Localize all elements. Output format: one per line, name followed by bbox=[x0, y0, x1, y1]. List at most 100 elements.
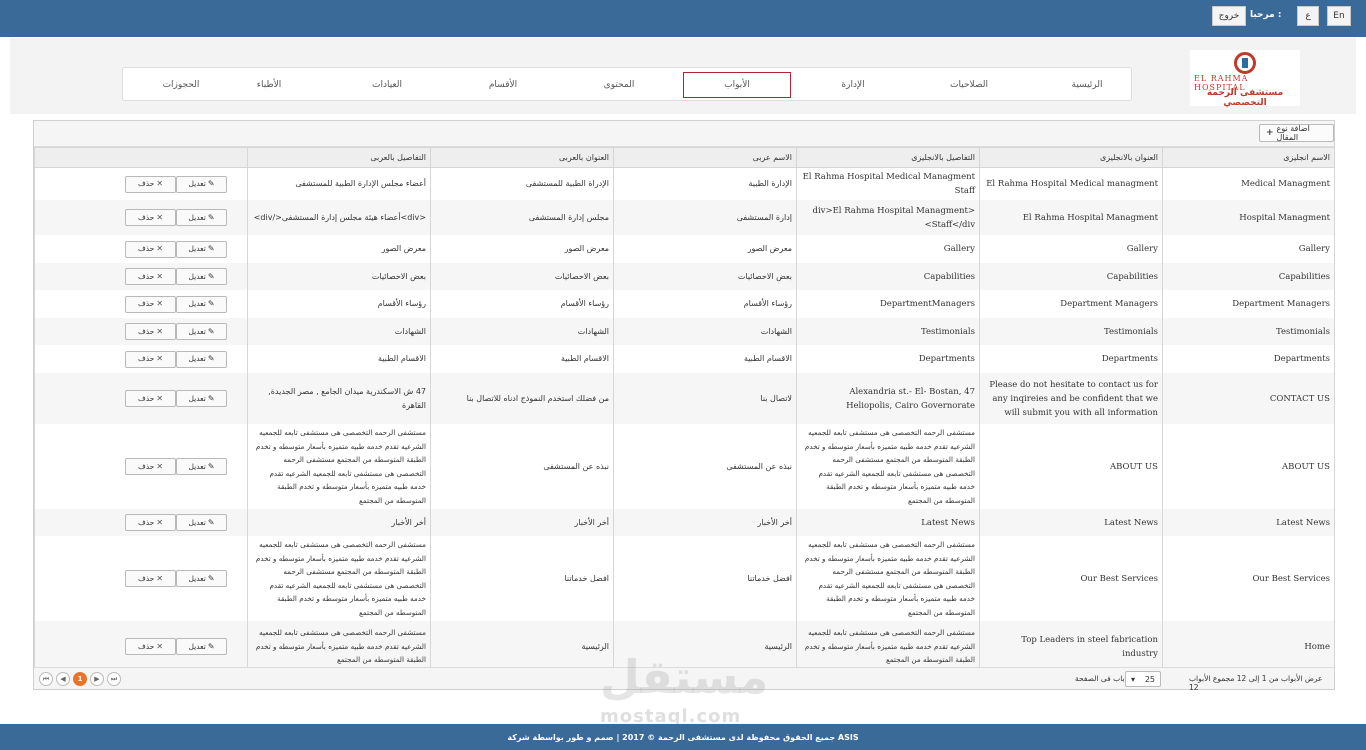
table-row[interactable]: ABOUT US ABOUT US مستشفى الرحمه التخصصى هى… bbox=[34, 424, 1335, 509]
delete-label: حذف bbox=[137, 212, 155, 222]
table-cell: Latest News bbox=[796, 509, 980, 536]
column-header[interactable]: التفاصيل بالعربى bbox=[247, 147, 431, 168]
close-icon: ✕ bbox=[156, 393, 164, 403]
delete-button[interactable]: ✕ حذف bbox=[125, 350, 176, 368]
add-article-type-label: اضافة نوع المقال bbox=[1276, 124, 1310, 142]
table-row[interactable]: Capabilities Capabilities Capabilities بعض … bbox=[34, 263, 1335, 290]
first-page-icon[interactable]: ⏮ bbox=[39, 672, 53, 686]
add-article-type-button[interactable]: + اضافة نوع المقال bbox=[1259, 124, 1334, 142]
table-cell: 47 ش الاسكندرية ميدان الجامع , مصر الجدي… bbox=[247, 373, 431, 424]
actions-column-header bbox=[34, 147, 248, 168]
lang-en-button[interactable]: En bbox=[1327, 6, 1351, 26]
column-header[interactable]: التفاصيل بالانجليزى bbox=[796, 147, 980, 168]
nav-item-6[interactable]: العيادات bbox=[333, 72, 441, 98]
column-header[interactable]: العنوان بالعربى bbox=[430, 147, 614, 168]
delete-button[interactable]: ✕ حذف bbox=[125, 390, 176, 407]
delete-button[interactable]: ✕ حذف bbox=[125, 323, 176, 340]
edit-label: تعديل bbox=[188, 354, 206, 363]
table-cell: Testimonials bbox=[979, 318, 1163, 345]
table-cell: مجلس إدارة المستشفى bbox=[430, 200, 614, 235]
table-cell: أعضاء مجلس الإدارة الطبية للمستشفى bbox=[247, 167, 431, 200]
table-cell: مستشفى الرحمه التخصصى هى مستشفى تابعه لل… bbox=[796, 424, 980, 509]
nav-item-1[interactable]: الصلاحيات bbox=[915, 72, 1023, 98]
delete-button[interactable]: ✕ حذف bbox=[125, 295, 176, 313]
close-icon: ✕ bbox=[156, 271, 164, 281]
edit-button[interactable]: ✎ تعديل bbox=[176, 390, 227, 407]
delete-button[interactable]: ✕ حذف bbox=[125, 458, 176, 475]
table-cell: Please do not hesitate to contact us for… bbox=[979, 373, 1163, 424]
delete-label: حذف bbox=[137, 326, 155, 336]
edit-button[interactable]: ✎ تعديل bbox=[176, 350, 227, 368]
table-cell: بعض الاحصائيات bbox=[430, 263, 614, 290]
nav-item-3[interactable]: الأبواب bbox=[683, 72, 791, 98]
pencil-icon: ✎ bbox=[207, 393, 215, 403]
edit-button[interactable]: ✎ تعديل bbox=[176, 458, 227, 475]
edit-button[interactable]: ✎ تعديل bbox=[176, 295, 227, 313]
table-row[interactable]: Gallery Gallery Gallery معرض الصور معرض الصو… bbox=[34, 235, 1335, 263]
pencil-icon: ✎ bbox=[207, 179, 215, 188]
table-cell: بعض الاحصائيات bbox=[613, 263, 797, 290]
table-cell: <div>أعضاء هيئة مجلس إدارة المستشفى</div… bbox=[247, 200, 431, 235]
chevron-down-icon: ▾ bbox=[1130, 674, 1135, 684]
delete-button[interactable]: ✕ حذف bbox=[125, 570, 176, 587]
edit-button[interactable]: ✎ تعديل bbox=[176, 638, 227, 655]
delete-button[interactable]: ✕ حذف bbox=[125, 240, 176, 258]
delete-label: حذف bbox=[137, 179, 155, 188]
hospital-logo[interactable]: EL RAHMA HOSPITAL مستشفى الرحمة التخصصي bbox=[1190, 50, 1300, 108]
column-header[interactable]: الاسم عربى bbox=[613, 147, 797, 168]
table-cell: Gallery bbox=[796, 235, 980, 263]
table-cell: رؤساء الأقسام bbox=[430, 290, 614, 318]
page-size-label: باب فى الصفحة bbox=[1075, 674, 1125, 683]
nav-item-4[interactable]: المحتوى bbox=[565, 72, 673, 98]
table-row[interactable]: Departments Departments Departments الاقسام… bbox=[34, 345, 1335, 373]
table-row[interactable]: Medical Managment El Rahma Hospital Medic… bbox=[34, 167, 1335, 200]
pencil-icon: ✎ bbox=[207, 326, 215, 336]
delete-button[interactable]: ✕ حذف bbox=[125, 209, 176, 226]
delete-button[interactable]: ✕ حذف bbox=[125, 268, 176, 285]
nav-item-5[interactable]: الأقسام bbox=[449, 72, 557, 98]
table-row[interactable]: Our Best Services Our Best Services مستشفى… bbox=[34, 536, 1335, 621]
table-row[interactable]: CONTACT US Please do not hesitate to cont… bbox=[34, 373, 1335, 424]
page-size-select[interactable]: ▾ 25 bbox=[1125, 671, 1161, 687]
main-nav: الرئيسية الصلاحيات الإدارة الأبواب المحتوى ال… bbox=[122, 67, 1132, 101]
last-page-icon[interactable]: ⏭ bbox=[107, 672, 121, 686]
edit-button[interactable]: ✎ تعديل bbox=[176, 570, 227, 587]
nav-item-2[interactable]: الإدارة bbox=[799, 72, 907, 98]
table-cell: ABOUT US bbox=[1162, 424, 1335, 509]
close-icon: ✕ bbox=[156, 326, 164, 336]
table-cell: الاقسام الطبية bbox=[247, 345, 431, 373]
edit-button[interactable]: ✎ تعديل bbox=[176, 240, 227, 258]
table-cell: مستشفى الرحمه التخصصى هى مستشفى تابعه لل… bbox=[796, 621, 980, 672]
column-header[interactable]: الاسم انجليزى bbox=[1162, 147, 1335, 168]
edit-button[interactable]: ✎ تعديل bbox=[176, 175, 227, 193]
table-row[interactable]: Hospital Managment El Rahma Hospital Mana… bbox=[34, 200, 1335, 235]
row-actions: ✎ تعديل ✕ حذف bbox=[34, 509, 248, 536]
next-page-icon[interactable]: ▶ bbox=[90, 672, 104, 686]
table-cell: Medical Managment bbox=[1162, 167, 1335, 200]
lang-ar-button[interactable]: ع bbox=[1297, 6, 1319, 26]
delete-button[interactable]: ✕ حذف bbox=[125, 638, 176, 655]
current-page[interactable]: 1 bbox=[73, 672, 87, 686]
pencil-icon: ✎ bbox=[207, 299, 215, 308]
delete-button[interactable]: ✕ حذف bbox=[125, 514, 176, 531]
edit-button[interactable]: ✎ تعديل bbox=[176, 268, 227, 285]
table-cell: أخر الأخبار bbox=[247, 509, 431, 536]
edit-button[interactable]: ✎ تعديل bbox=[176, 514, 227, 531]
pager-info: عرض الأبواب من 1 إلى 12 مجموع الأبواب 12 bbox=[1189, 674, 1323, 692]
table-cell: نبذه عن المستشفى bbox=[430, 424, 614, 509]
column-header[interactable]: العنوان بالانجليزى bbox=[979, 147, 1163, 168]
nav-item-8[interactable]: الحجوزات bbox=[127, 72, 235, 98]
prev-page-icon[interactable]: ◀ bbox=[56, 672, 70, 686]
edit-button[interactable]: ✎ تعديل bbox=[176, 323, 227, 340]
table-row[interactable]: Department Managers Department Managers De… bbox=[34, 290, 1335, 318]
edit-button[interactable]: ✎ تعديل bbox=[176, 209, 227, 226]
table-row[interactable]: Latest News Latest News Latest News أخر الأ… bbox=[34, 509, 1335, 536]
delete-button[interactable]: ✕ حذف bbox=[125, 175, 176, 193]
nav-item-0[interactable]: الرئيسية bbox=[1033, 72, 1141, 98]
table-row[interactable]: Testimonials Testimonials Testimonials الشه… bbox=[34, 318, 1335, 345]
close-icon: ✕ bbox=[156, 299, 164, 308]
table-cell: إدارة المستشفى bbox=[613, 200, 797, 235]
table-cell: Departments bbox=[796, 345, 980, 373]
table-cell: El Rahma Hospital Managment bbox=[979, 200, 1163, 235]
logout-button[interactable]: خروج bbox=[1212, 6, 1246, 26]
